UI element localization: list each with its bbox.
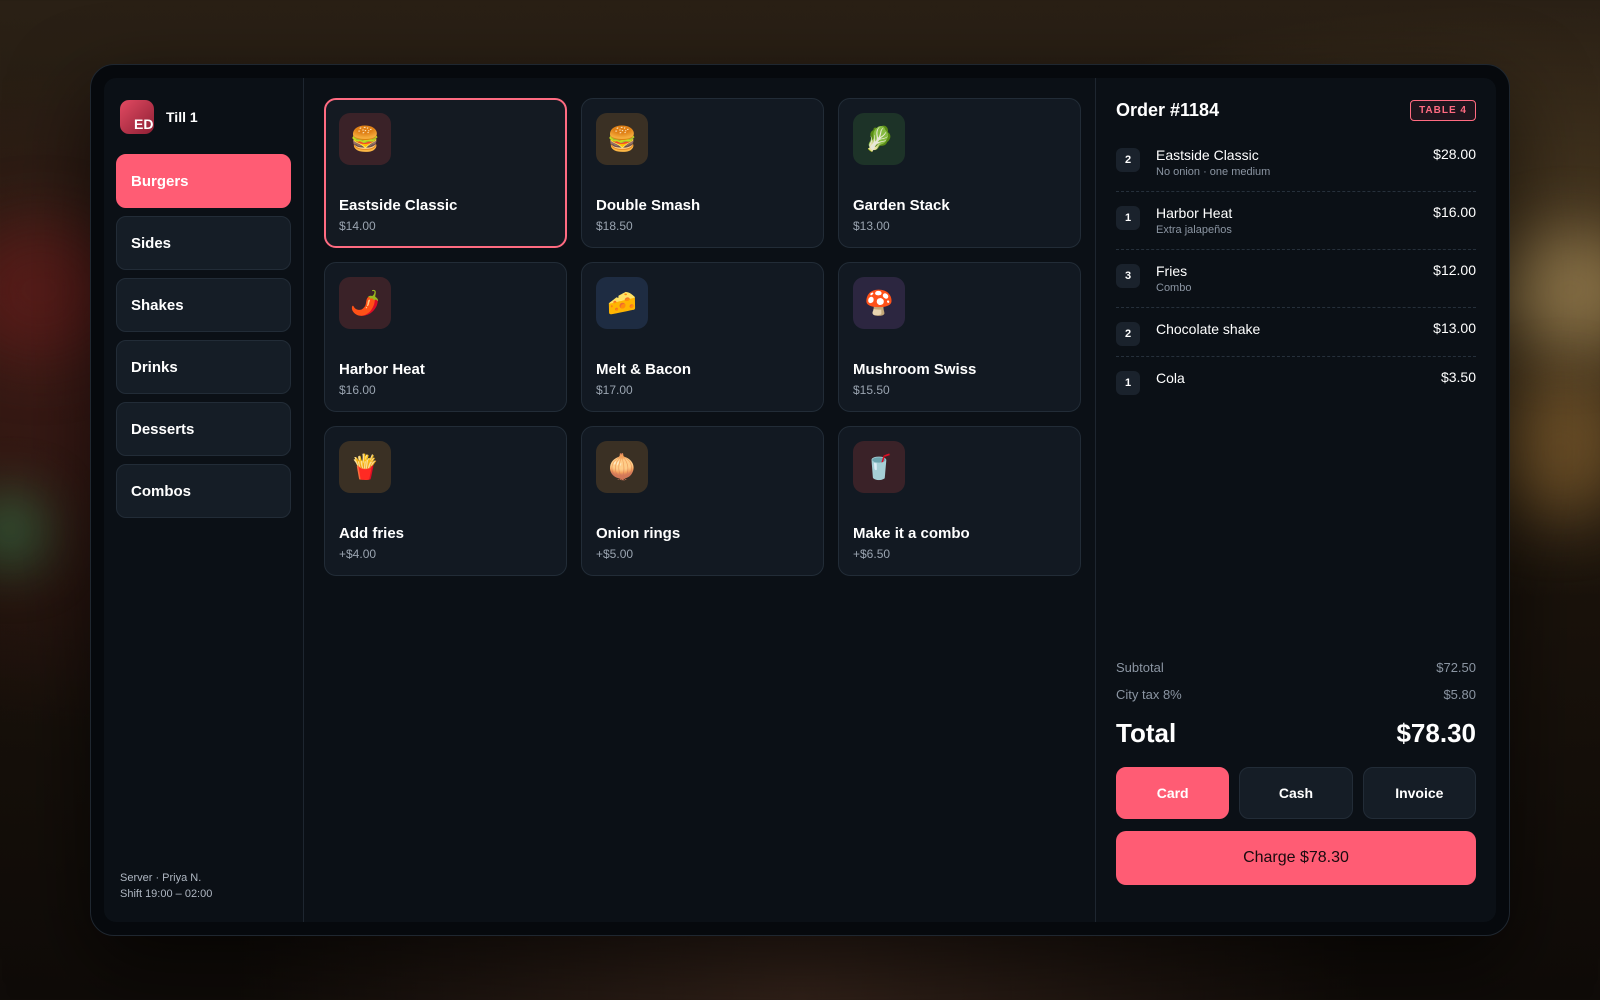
server-name: Server · Priya N. bbox=[120, 872, 202, 884]
order-line[interactable]: 1 Harbor Heat Extra jalapeños $16.00 bbox=[1116, 200, 1476, 250]
menu-item-make-combo[interactable]: 🥤 Make it a combo +$6.50 bbox=[838, 426, 1081, 576]
order-line[interactable]: 2 Eastside Classic No onion · one medium… bbox=[1116, 142, 1476, 192]
mushroom-icon: 🍄 bbox=[853, 277, 905, 329]
order-line[interactable]: 2 Chocolate shake $13.00 bbox=[1116, 316, 1476, 357]
total-value: $78.30 bbox=[1396, 718, 1476, 748]
menu-item-garden-stack[interactable]: 🥬 Garden Stack $13.00 bbox=[838, 98, 1081, 248]
fries-icon: 🍟 bbox=[339, 441, 391, 493]
category-desserts[interactable]: Desserts bbox=[116, 402, 291, 456]
menu-item-price: $15.50 bbox=[853, 383, 890, 397]
order-line[interactable]: 1 Cola $3.50 bbox=[1116, 365, 1476, 405]
menu-item-name: Add fries bbox=[339, 525, 405, 542]
order-header: Order #1184 TABLE 4 bbox=[1116, 98, 1476, 122]
total-row: Total $78.30 bbox=[1116, 718, 1476, 749]
category-drinks[interactable]: Drinks bbox=[116, 340, 291, 394]
subtotal-value: $72.50 bbox=[1436, 660, 1476, 675]
quantity-badge: 3 bbox=[1116, 264, 1140, 288]
till-header: ED Till 1 bbox=[120, 100, 287, 134]
menu-item-onion-rings[interactable]: 🧅 Onion rings +$5.00 bbox=[581, 426, 824, 576]
total-label: Total bbox=[1116, 718, 1177, 748]
line-item-price: $16.00 bbox=[1433, 204, 1476, 220]
menu-item-name: Mushroom Swiss bbox=[853, 361, 977, 378]
line-item-name: Fries bbox=[1156, 263, 1188, 279]
pos-terminal: ED Till 1 Burgers Sides Shakes Drinks De… bbox=[90, 64, 1510, 936]
pos-screen: ED Till 1 Burgers Sides Shakes Drinks De… bbox=[104, 78, 1496, 922]
quantity-badge: 2 bbox=[1116, 322, 1140, 346]
line-item-note: Extra jalapeños bbox=[1156, 224, 1232, 236]
category-shakes[interactable]: Shakes bbox=[116, 278, 291, 332]
line-item-name: Harbor Heat bbox=[1156, 205, 1233, 221]
till-label: Till 1 bbox=[166, 109, 198, 125]
payment-methods: Card Cash Invoice bbox=[1116, 767, 1476, 819]
order-line[interactable]: 3 Fries Combo $12.00 bbox=[1116, 258, 1476, 308]
menu-item-price: +$6.50 bbox=[853, 547, 891, 561]
pay-cash-button[interactable]: Cash bbox=[1239, 767, 1353, 819]
menu-item-name: Melt & Bacon bbox=[596, 361, 692, 378]
menu-item-name: Double Smash bbox=[596, 197, 701, 214]
pay-invoice-button[interactable]: Invoice bbox=[1362, 767, 1476, 819]
logo-icon: ED bbox=[120, 100, 154, 134]
quantity-badge: 2 bbox=[1116, 148, 1140, 172]
category-sidebar: ED Till 1 Burgers Sides Shakes Drinks De… bbox=[104, 78, 304, 922]
line-item-price: $28.00 bbox=[1433, 146, 1476, 162]
line-item-note: No onion · one medium bbox=[1156, 166, 1271, 178]
menu-item-price: $14.00 bbox=[339, 219, 376, 233]
category-burgers[interactable]: Burgers bbox=[116, 154, 291, 208]
line-item-name: Cola bbox=[1156, 370, 1185, 386]
menu-item-price: $16.00 bbox=[339, 383, 376, 397]
menu-item-price: $17.00 bbox=[596, 383, 633, 397]
menu-item-add-fries[interactable]: 🍟 Add fries +$4.00 bbox=[324, 426, 567, 576]
line-item-name: Eastside Classic bbox=[1156, 147, 1259, 163]
tax-label: City tax 8% bbox=[1116, 687, 1182, 702]
lettuce-icon: 🥬 bbox=[853, 113, 905, 165]
order-title: Order #1184 bbox=[1116, 99, 1220, 120]
logo-text: ED bbox=[134, 116, 154, 132]
menu-item-eastside-classic[interactable]: 🍔 Eastside Classic $14.00 bbox=[324, 98, 567, 248]
pay-card-button[interactable]: Card bbox=[1116, 767, 1230, 819]
menu-item-price: $18.50 bbox=[596, 219, 633, 233]
line-item-price: $3.50 bbox=[1440, 369, 1476, 385]
onion-icon: 🧅 bbox=[596, 441, 648, 493]
cup-icon: 🥤 bbox=[853, 441, 905, 493]
menu-item-harbor-heat[interactable]: 🌶️ Harbor Heat $16.00 bbox=[324, 262, 567, 412]
chili-pepper-icon: 🌶️ bbox=[339, 277, 391, 329]
line-item-price: $13.00 bbox=[1433, 320, 1476, 336]
order-totals: Subtotal $72.50 City tax 8% $5.80 Total … bbox=[1116, 660, 1476, 885]
cheese-icon: 🧀 bbox=[596, 277, 648, 329]
menu-item-price: $13.00 bbox=[853, 219, 890, 233]
tax-row: City tax 8% $5.80 bbox=[1116, 687, 1476, 702]
server-info: Server · Priya N. Shift 19:00 – 02:00 bbox=[120, 870, 212, 902]
line-item-price: $12.00 bbox=[1433, 262, 1476, 278]
subtotal-label: Subtotal bbox=[1116, 660, 1164, 675]
category-sides[interactable]: Sides bbox=[116, 216, 291, 270]
menu-item-name: Garden Stack bbox=[853, 197, 950, 214]
menu-item-double-smash[interactable]: 🍔 Double Smash $18.50 bbox=[581, 98, 824, 248]
menu-item-name: Make it a combo bbox=[853, 525, 970, 542]
menu-item-price: +$4.00 bbox=[339, 547, 377, 561]
order-panel: Order #1184 TABLE 4 2 Eastside Classic N… bbox=[1096, 78, 1496, 922]
order-lines: 2 Eastside Classic No onion · one medium… bbox=[1116, 142, 1476, 405]
burger-icon: 🍔 bbox=[596, 113, 648, 165]
menu-item-melt-bacon[interactable]: 🧀 Melt & Bacon $17.00 bbox=[581, 262, 824, 412]
table-badge: TABLE 4 bbox=[1410, 99, 1476, 121]
menu-item-name: Eastside Classic bbox=[339, 197, 458, 214]
burger-icon: 🍔 bbox=[339, 113, 391, 165]
shift-time: Shift 19:00 – 02:00 bbox=[120, 888, 213, 900]
menu-item-name: Onion rings bbox=[596, 525, 681, 542]
menu-item-price: +$5.00 bbox=[596, 547, 634, 561]
quantity-badge: 1 bbox=[1116, 206, 1140, 230]
menu-item-mushroom-swiss[interactable]: 🍄 Mushroom Swiss $15.50 bbox=[838, 262, 1081, 412]
quantity-badge: 1 bbox=[1116, 371, 1140, 395]
tax-value: $5.80 bbox=[1443, 687, 1476, 702]
category-combos[interactable]: Combos bbox=[116, 464, 291, 518]
menu-item-name: Harbor Heat bbox=[339, 361, 425, 378]
menu-grid: 🍔 Eastside Classic $14.00 🍔 Double Smash… bbox=[304, 78, 1096, 922]
line-item-note: Combo bbox=[1156, 282, 1192, 294]
line-item-name: Chocolate shake bbox=[1156, 321, 1261, 337]
charge-button[interactable]: Charge $78.30 bbox=[1116, 831, 1476, 885]
subtotal-row: Subtotal $72.50 bbox=[1116, 660, 1476, 675]
